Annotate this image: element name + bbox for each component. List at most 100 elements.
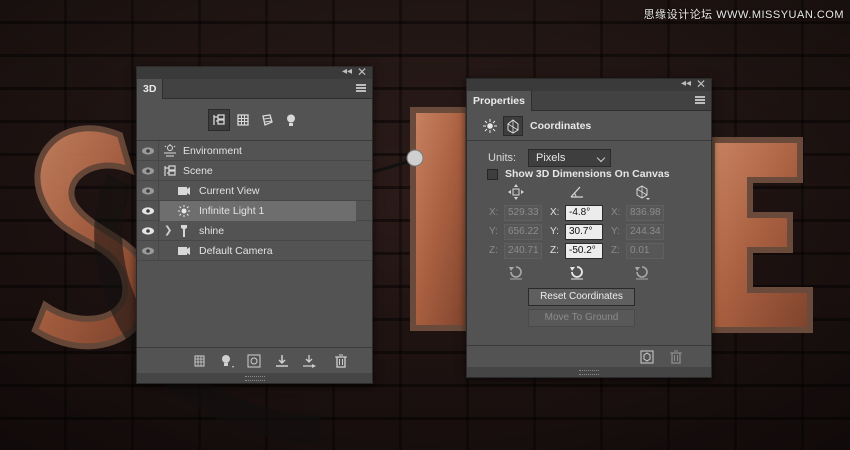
infinite-light-icon: [178, 205, 190, 217]
collapse-icon[interactable]: ◂◂: [681, 78, 691, 89]
mesh-filter-icon: [237, 114, 249, 126]
axis-label: X:: [611, 207, 621, 218]
scene-icon: [164, 165, 176, 176]
layer-label: Environment: [183, 145, 242, 157]
rotation-y-field[interactable]: 30.7°: [565, 224, 603, 240]
axis-label: Y:: [550, 226, 559, 237]
material-filter-icon: [262, 114, 273, 126]
whole-scene-filter-button[interactable]: [208, 109, 230, 131]
visibility-toggle[interactable]: [137, 161, 159, 181]
environment-icon: [164, 144, 176, 157]
rotation-icon: [570, 186, 583, 198]
eye-icon: [141, 247, 154, 255]
chevron-down-icon: [596, 153, 606, 163]
scale-icon: [636, 185, 650, 200]
layer-row[interactable]: Environment: [137, 141, 372, 161]
axis-label: X:: [489, 207, 499, 218]
mesh-icon: [181, 225, 187, 237]
tab-3d[interactable]: 3D: [137, 79, 164, 99]
render-icon[interactable]: [301, 353, 317, 369]
coordinates-icon: [507, 119, 519, 134]
close-icon[interactable]: ✕: [357, 65, 367, 79]
panel-properties-tabbar: Properties: [467, 91, 711, 111]
camera-icon: [178, 187, 190, 195]
eye-icon: [141, 207, 154, 215]
panel-menu-icon[interactable]: [356, 84, 366, 92]
eye-icon: [141, 147, 154, 155]
layer-row-selected[interactable]: Infinite Light 1: [137, 201, 372, 221]
light-widget-sphere[interactable]: [406, 149, 424, 167]
tab-properties[interactable]: Properties: [467, 91, 532, 111]
layer-row-body[interactable]: Current View: [160, 181, 356, 201]
eye-icon: [141, 187, 154, 195]
scale-z-field: 0.01: [626, 243, 664, 259]
close-icon[interactable]: ✕: [696, 77, 706, 91]
lights-filter-button[interactable]: [280, 109, 302, 131]
visibility-toggle[interactable]: [137, 201, 159, 221]
position-x-field: 529.33: [504, 205, 542, 221]
add-constraint-icon[interactable]: [246, 353, 262, 369]
units-value: Pixels: [536, 152, 566, 164]
layer-row[interactable]: Current View: [137, 181, 372, 201]
panel-resize-grip[interactable]: [467, 367, 711, 377]
units-label: Units:: [488, 152, 517, 164]
add-light-icon[interactable]: [219, 353, 235, 369]
layer-row[interactable]: Scene: [137, 161, 372, 181]
layer-label: shine: [199, 225, 225, 237]
show-dimensions-label: Show 3D Dimensions On Canvas: [505, 168, 670, 180]
collapse-icon[interactable]: ◂◂: [342, 66, 352, 77]
layer-row[interactable]: ❯ shine: [137, 221, 372, 241]
coordinates-tab-button[interactable]: [503, 116, 523, 136]
reset-scale-icon[interactable]: [633, 263, 651, 281]
layer-row-body[interactable]: Default Camera: [160, 241, 356, 261]
axis-label: Y:: [611, 226, 620, 237]
light-widget-line: [372, 160, 408, 174]
axis-label: Y:: [489, 226, 498, 237]
layer-row-body[interactable]: Infinite Light 1: [160, 201, 356, 221]
visibility-toggle[interactable]: [137, 241, 159, 261]
eye-icon: [141, 167, 154, 175]
scale-y-field: 244.34: [626, 224, 664, 240]
layer-row-body[interactable]: Environment: [160, 141, 356, 161]
trash-icon[interactable]: [333, 353, 349, 369]
eye-icon: [141, 227, 154, 235]
axis-label: X:: [550, 207, 560, 218]
visibility-toggle[interactable]: [137, 181, 159, 201]
layer-label: Default Camera: [199, 245, 273, 257]
layer-label: Current View: [199, 185, 260, 197]
layer-row-body[interactable]: Scene: [160, 161, 356, 181]
layer-row[interactable]: Default Camera: [137, 241, 372, 261]
trash-icon[interactable]: [668, 349, 684, 365]
move-to-ground-button: Move To Ground: [528, 309, 635, 327]
reset-coordinates-button[interactable]: Reset Coordinates: [528, 288, 635, 306]
visibility-toggle[interactable]: [137, 221, 159, 241]
properties-bottom-bar: [467, 345, 711, 367]
reset-rotation-icon[interactable]: [568, 263, 586, 281]
panel-resize-grip[interactable]: [137, 373, 372, 383]
expand-chevron-icon[interactable]: ❯: [164, 221, 172, 241]
add-mesh-icon[interactable]: [192, 353, 208, 369]
infinite-light-icon[interactable]: [482, 118, 498, 134]
scale-x-field: 836.98: [626, 205, 664, 221]
materials-filter-button[interactable]: [256, 109, 278, 131]
camera-icon: [178, 247, 190, 255]
units-select[interactable]: Pixels: [528, 149, 611, 167]
render-settings-icon[interactable]: [639, 349, 655, 365]
rotation-x-field[interactable]: -4.8°: [565, 205, 603, 221]
panel-3d-titlebar[interactable]: ◂◂ ✕: [137, 65, 372, 79]
layer-label: Infinite Light 1: [199, 205, 265, 217]
scene-layer-list: Environment Scene Current View Infinite …: [137, 141, 372, 261]
scene-filter-icon: [213, 114, 225, 125]
layer-row-body[interactable]: ❯ shine: [160, 221, 356, 241]
properties-header: Coordinates: [467, 111, 711, 141]
rotation-z-field[interactable]: -50.2°: [565, 243, 603, 259]
drop-to-ground-icon[interactable]: [274, 353, 290, 369]
layer-label: Scene: [183, 165, 213, 177]
show-dimensions-checkbox[interactable]: [487, 169, 498, 180]
panel-3d-bottom-bar: [137, 347, 372, 373]
meshes-filter-button[interactable]: [232, 109, 254, 131]
panel-menu-icon[interactable]: [695, 96, 705, 104]
panel-properties-titlebar[interactable]: ◂◂ ✕: [467, 77, 711, 91]
reset-position-icon[interactable]: [507, 263, 525, 281]
visibility-toggle[interactable]: [137, 141, 159, 161]
